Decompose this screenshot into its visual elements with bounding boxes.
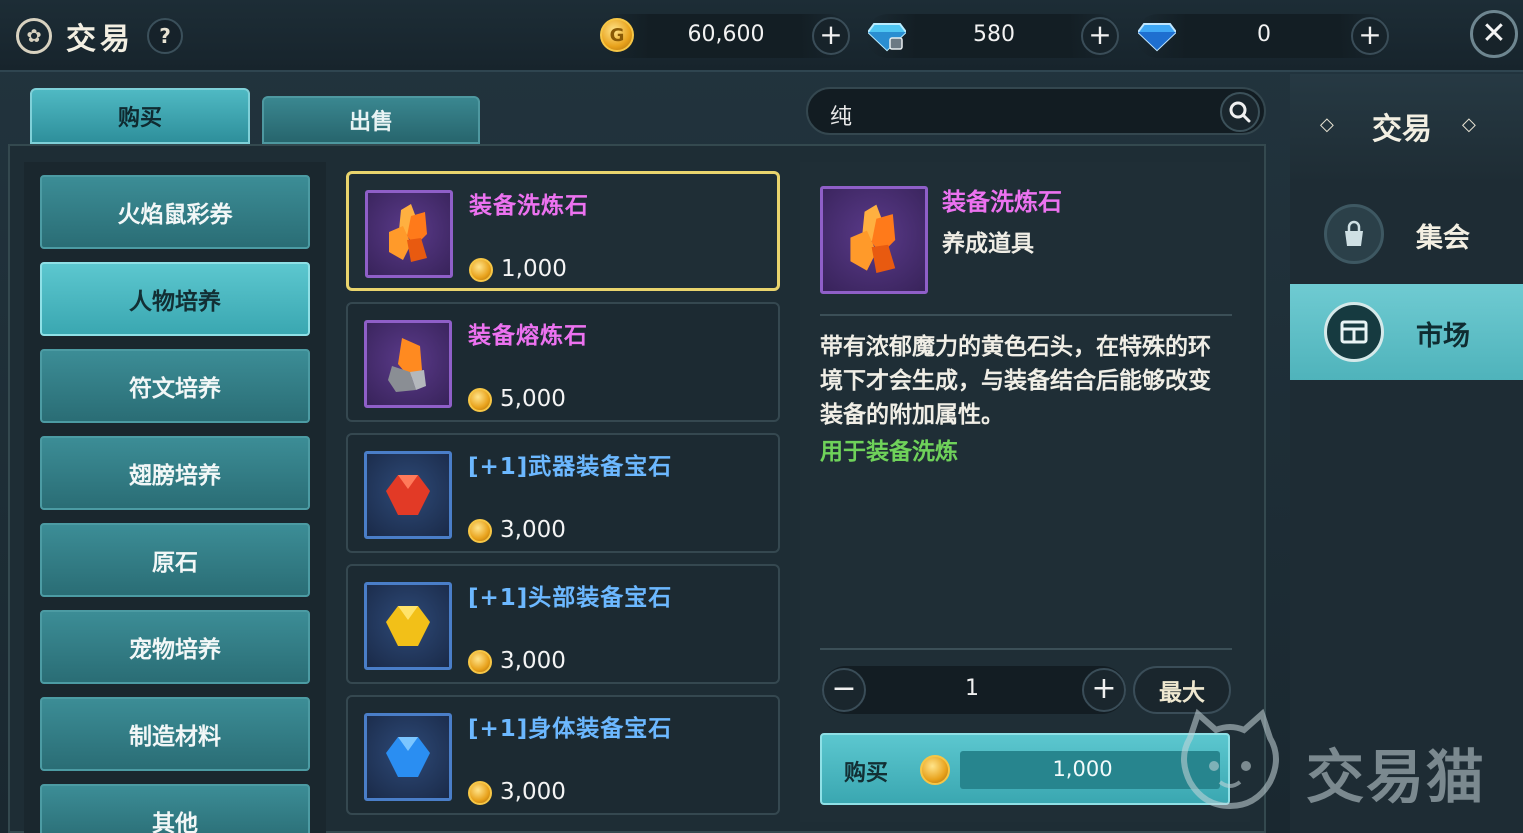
top-bar: ✿ 交易 ? G 60,600 + 580 + 0 + ✕: [0, 0, 1523, 72]
gold-currency: G 60,600 +: [600, 14, 850, 58]
list-item[interactable]: 装备熔炼石 5,000: [346, 302, 780, 422]
item-price: 3,000: [500, 517, 566, 543]
molten-stone-icon: [364, 320, 452, 408]
item-name: [+1]身体装备宝石: [468, 716, 673, 742]
detail-item-name: 装备洗炼石: [942, 188, 1062, 216]
item-price: 3,000: [500, 779, 566, 805]
gold-amount: 60,600: [687, 22, 765, 47]
sidebar-item-gathering[interactable]: 集会: [1290, 186, 1523, 282]
item-name: [+1]武器装备宝石: [468, 454, 673, 480]
trade-screen: ✿ 交易 ? G 60,600 + 580 + 0 + ✕ 购买 出售 纯 火焰…: [0, 0, 1523, 833]
search-icon: [1229, 101, 1251, 123]
divider: [820, 314, 1232, 316]
detail-usage: 用于装备洗炼: [820, 439, 958, 465]
gold-coin-icon: [468, 781, 492, 805]
item-list: 装备洗炼石 1,000 装备熔炼石 5,000 [+1]武器装备宝石 3,000…: [334, 162, 792, 822]
sidebar-item-market[interactable]: 市场: [1290, 284, 1523, 380]
item-name: 装备熔炼石: [468, 323, 588, 349]
tab-buy[interactable]: 购买: [30, 88, 250, 144]
gold-coin-icon: G: [600, 18, 634, 52]
buy-label: 购买: [844, 761, 889, 786]
gold-coin-icon: [468, 650, 492, 674]
page-title: 交易: [66, 22, 134, 57]
bag-icon: [1324, 204, 1384, 264]
buy-price: 1,000: [1052, 757, 1113, 781]
item-name: 装备洗炼石: [469, 193, 589, 219]
category-character[interactable]: 人物培养: [40, 262, 310, 336]
add-bound-diamond-button[interactable]: +: [1081, 17, 1119, 55]
diamond-currency: 0 +: [1136, 14, 1390, 58]
sidebar-header: ◇ 交易 ◇: [1290, 74, 1523, 184]
help-button[interactable]: ?: [147, 18, 183, 54]
watermark: 交易猫: [1170, 708, 1520, 818]
red-gem-icon: [364, 451, 452, 539]
gold-coin-icon: [469, 258, 493, 282]
category-pet[interactable]: 宠物培养: [40, 610, 310, 684]
list-item[interactable]: [+1]武器装备宝石 3,000: [346, 433, 780, 553]
orange-crystal-icon: [365, 190, 453, 278]
add-gold-button[interactable]: +: [812, 17, 850, 55]
close-button[interactable]: ✕: [1470, 10, 1518, 58]
diamond-amount: 0: [1257, 22, 1271, 47]
diamond-icon: [1138, 23, 1176, 52]
cat-logo-icon: [1181, 708, 1279, 810]
category-raw-stone[interactable]: 原石: [40, 523, 310, 597]
gold-coin-icon: [920, 755, 950, 785]
ornament-right-icon: ◇: [1462, 114, 1476, 135]
detail-description: 带有浓郁魔力的黄色石头，在特殊的环境下才会生成，与装备结合后能够改变装备的附加属…: [820, 334, 1211, 428]
buy-button[interactable]: 购买 1,000: [820, 733, 1230, 805]
blue-gem-icon: [364, 713, 452, 801]
yellow-gem-icon: [364, 582, 452, 670]
max-quantity-button[interactable]: 最大: [1133, 666, 1231, 714]
tab-sell[interactable]: 出售: [262, 96, 480, 144]
sidebar-title: 交易: [1372, 112, 1432, 147]
bound-diamond-currency: 580 +: [866, 14, 1120, 58]
category-wings[interactable]: 翅膀培养: [40, 436, 310, 510]
watermark-text: 交易猫: [1306, 743, 1487, 811]
bound-diamond-icon: [868, 23, 906, 52]
list-item[interactable]: [+1]头部装备宝石 3,000: [346, 564, 780, 684]
quantity-stepper: − 1 +: [822, 666, 1126, 714]
quantity-value[interactable]: 1: [932, 676, 1012, 701]
category-lottery[interactable]: 火焰鼠彩券: [40, 175, 310, 249]
market-icon: [1324, 302, 1384, 362]
gold-coin-icon: [468, 519, 492, 543]
search-input[interactable]: 纯: [806, 87, 1266, 135]
sidebar-item-label: 市场: [1416, 321, 1470, 352]
increase-quantity-button[interactable]: +: [1082, 668, 1126, 712]
detail-item-type: 养成道具: [942, 231, 1034, 257]
bound-diamond-amount: 580: [973, 22, 1015, 47]
divider: [820, 648, 1232, 650]
search-button[interactable]: [1220, 92, 1260, 132]
list-item[interactable]: [+1]身体装备宝石 3,000: [346, 695, 780, 815]
item-price: 5,000: [500, 386, 566, 412]
trade-emblem-icon: ✿: [16, 18, 52, 54]
decrease-quantity-button[interactable]: −: [822, 668, 866, 712]
ornament-left-icon: ◇: [1320, 114, 1334, 135]
list-item[interactable]: 装备洗炼石 1,000: [346, 171, 780, 291]
category-materials[interactable]: 制造材料: [40, 697, 310, 771]
search-value: 纯: [830, 105, 853, 130]
category-other[interactable]: 其他: [40, 784, 310, 833]
item-price: 1,000: [501, 256, 567, 282]
gold-coin-icon: [468, 388, 492, 412]
category-rune[interactable]: 符文培养: [40, 349, 310, 423]
orange-crystal-icon: [820, 186, 928, 294]
sidebar-item-label: 集会: [1416, 223, 1470, 254]
item-price: 3,000: [500, 648, 566, 674]
item-name: [+1]头部装备宝石: [468, 585, 673, 611]
add-diamond-button[interactable]: +: [1351, 17, 1389, 55]
